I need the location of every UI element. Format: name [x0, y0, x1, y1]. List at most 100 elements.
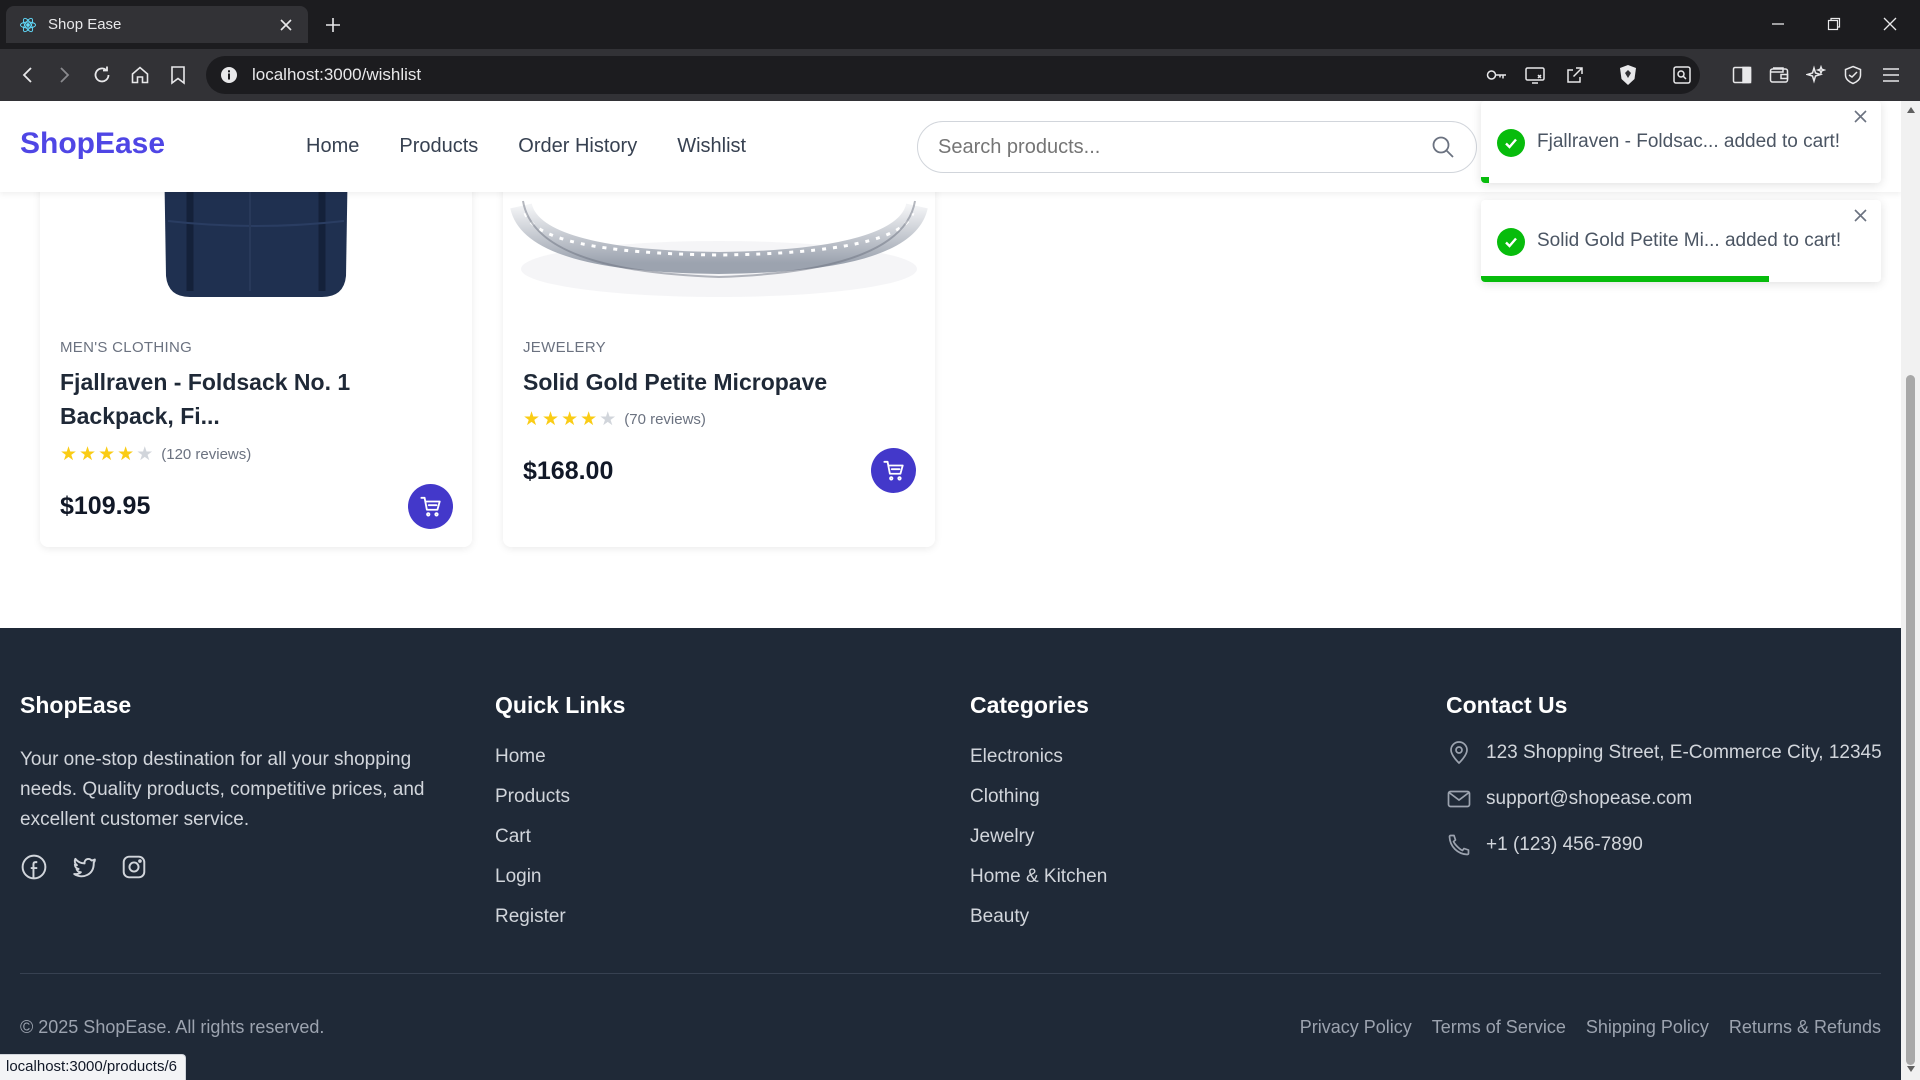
reader-mode-icon[interactable]: [1667, 60, 1697, 90]
instagram-icon[interactable]: [120, 853, 148, 881]
footer-logo: ShopEase: [20, 692, 132, 718]
categories-title: Categories: [970, 692, 1089, 718]
footer-link-register[interactable]: Register: [495, 905, 625, 929]
category-link-electronics[interactable]: Electronics: [970, 745, 1107, 769]
cart-icon: [419, 496, 442, 518]
tab-close-icon[interactable]: [276, 15, 296, 35]
share-icon[interactable]: [1560, 56, 1590, 94]
product-price: $168.00: [523, 457, 614, 485]
toast-notification: Solid Gold Petite Mi... added to cart!: [1481, 200, 1881, 282]
map-pin-icon: [1446, 738, 1472, 768]
privacy-policy-link[interactable]: Privacy Policy: [1300, 1017, 1412, 1038]
url-text: localhost:3000/wishlist: [252, 65, 422, 84]
star-icon: ★: [117, 444, 135, 465]
returns-refunds-link[interactable]: Returns & Refunds: [1729, 1017, 1881, 1038]
contact-title: Contact Us: [1446, 692, 1568, 718]
back-icon[interactable]: [13, 60, 43, 90]
nav-home[interactable]: Home: [306, 135, 359, 158]
status-bar-url: localhost:3000/products/6: [0, 1054, 186, 1080]
shipping-policy-link[interactable]: Shipping Policy: [1586, 1017, 1709, 1038]
add-to-cart-button[interactable]: [408, 484, 453, 529]
restore-icon[interactable]: [1816, 8, 1852, 40]
sidebar-icon[interactable]: [1727, 60, 1757, 90]
nav-order-history[interactable]: Order History: [518, 135, 637, 158]
product-category: MEN'S CLOTHING: [60, 339, 193, 356]
scroll-down-arrow-icon[interactable]: [1905, 1064, 1916, 1074]
contact-phone: +1 (123) 456-7890: [1446, 830, 1886, 860]
wallet-icon[interactable]: [1764, 60, 1794, 90]
review-count: (70 reviews): [624, 411, 706, 428]
footer-contact: Contact Us 123 Shopping Street, E-Commer…: [1446, 692, 1886, 876]
product-rating: ★ ★ ★ ★ ★ (120 reviews): [60, 445, 251, 464]
tab-title: Shop Ease: [48, 16, 122, 33]
footer-link-login[interactable]: Login: [495, 865, 625, 889]
star-icon: ★: [580, 409, 598, 430]
browser-toolbar: localhost:3000/wishlist: [0, 49, 1920, 101]
footer-link-cart[interactable]: Cart: [495, 825, 625, 849]
facebook-icon[interactable]: [20, 853, 48, 881]
footer-link-home[interactable]: Home: [495, 745, 625, 769]
brave-shield-icon[interactable]: [1613, 60, 1643, 90]
category-link-jewelry[interactable]: Jewelry: [970, 825, 1107, 849]
phone-text[interactable]: +1 (123) 456-7890: [1486, 830, 1643, 860]
product-name[interactable]: Solid Gold Petite Micropave: [523, 365, 915, 399]
search-icon[interactable]: [1430, 134, 1456, 160]
address-text: 123 Shopping Street, E-Commerce City, 12…: [1486, 742, 1882, 763]
key-icon[interactable]: [1482, 56, 1512, 94]
copyright-text: © 2025 ShopEase. All rights reserved.: [20, 1017, 325, 1037]
minimize-icon[interactable]: [1760, 8, 1796, 40]
address-bar[interactable]: localhost:3000/wishlist: [206, 56, 1700, 94]
star-icon: ★: [561, 409, 579, 430]
scrollbar-thumb[interactable]: [1906, 375, 1915, 1065]
react-favicon-icon: [18, 15, 38, 35]
browser-tab-bar: Shop Ease: [0, 0, 1920, 49]
footer-brand: ShopEase Your one-stop destination for a…: [20, 692, 460, 881]
nav-products[interactable]: Products: [399, 135, 478, 158]
mail-icon: [1446, 784, 1472, 814]
nav-wishlist[interactable]: Wishlist: [677, 135, 746, 158]
bookmark-icon[interactable]: [163, 60, 193, 90]
cart-icon: [882, 460, 905, 482]
scroll-up-arrow-icon[interactable]: [1905, 105, 1916, 115]
twitter-icon[interactable]: [70, 853, 98, 881]
forward-icon[interactable]: [49, 60, 79, 90]
page-scrollbar[interactable]: [1901, 101, 1920, 1080]
site-footer: ShopEase Your one-stop destination for a…: [0, 628, 1901, 1080]
product-category: JEWELERY: [523, 339, 606, 356]
close-window-icon[interactable]: [1872, 8, 1908, 40]
email-text[interactable]: support@shopease.com: [1486, 784, 1692, 814]
legal-links: Privacy Policy Terms of Service Shipping…: [1300, 1017, 1881, 1038]
contact-email: support@shopease.com: [1446, 784, 1886, 814]
terms-of-service-link[interactable]: Terms of Service: [1432, 1017, 1566, 1038]
toast-notification: Fjallraven - Foldsac... added to cart!: [1481, 101, 1881, 183]
success-check-icon: [1497, 228, 1525, 256]
search-input[interactable]: [938, 135, 1430, 159]
product-rating: ★ ★ ★ ★ ★ (70 reviews): [523, 410, 706, 429]
leo-ai-icon[interactable]: [1801, 60, 1831, 90]
toast-progress-bar: [1481, 276, 1769, 282]
category-link-home-kitchen[interactable]: Home & Kitchen: [970, 865, 1107, 889]
toast-message: Fjallraven - Foldsac... added to cart!: [1537, 131, 1841, 152]
menu-icon[interactable]: [1876, 60, 1906, 90]
footer-categories: Categories Electronics Clothing Jewelry …: [970, 692, 1107, 945]
vpn-shield-icon[interactable]: [1838, 60, 1868, 90]
new-tab-icon[interactable]: [320, 12, 346, 38]
add-to-cart-button[interactable]: [871, 448, 916, 493]
footer-link-products[interactable]: Products: [495, 785, 625, 809]
phone-icon: [1446, 830, 1472, 860]
star-icon: ★: [542, 409, 560, 430]
product-name[interactable]: Fjallraven - Foldsack No. 1 Backpack, Fi…: [60, 365, 452, 433]
category-link-beauty[interactable]: Beauty: [970, 905, 1107, 929]
home-icon[interactable]: [125, 60, 155, 90]
product-price: $109.95: [60, 492, 151, 520]
star-icon: ★: [98, 444, 116, 465]
install-app-icon[interactable]: [1520, 56, 1550, 94]
reload-icon[interactable]: [87, 60, 117, 90]
toast-close-icon[interactable]: [1851, 206, 1869, 224]
toast-close-icon[interactable]: [1851, 107, 1869, 125]
category-link-clothing[interactable]: Clothing: [970, 785, 1107, 809]
star-empty-icon: ★: [136, 444, 154, 465]
site-logo[interactable]: ShopEase: [20, 127, 165, 161]
browser-tab[interactable]: Shop Ease: [6, 6, 308, 43]
site-info-icon[interactable]: [220, 66, 238, 84]
